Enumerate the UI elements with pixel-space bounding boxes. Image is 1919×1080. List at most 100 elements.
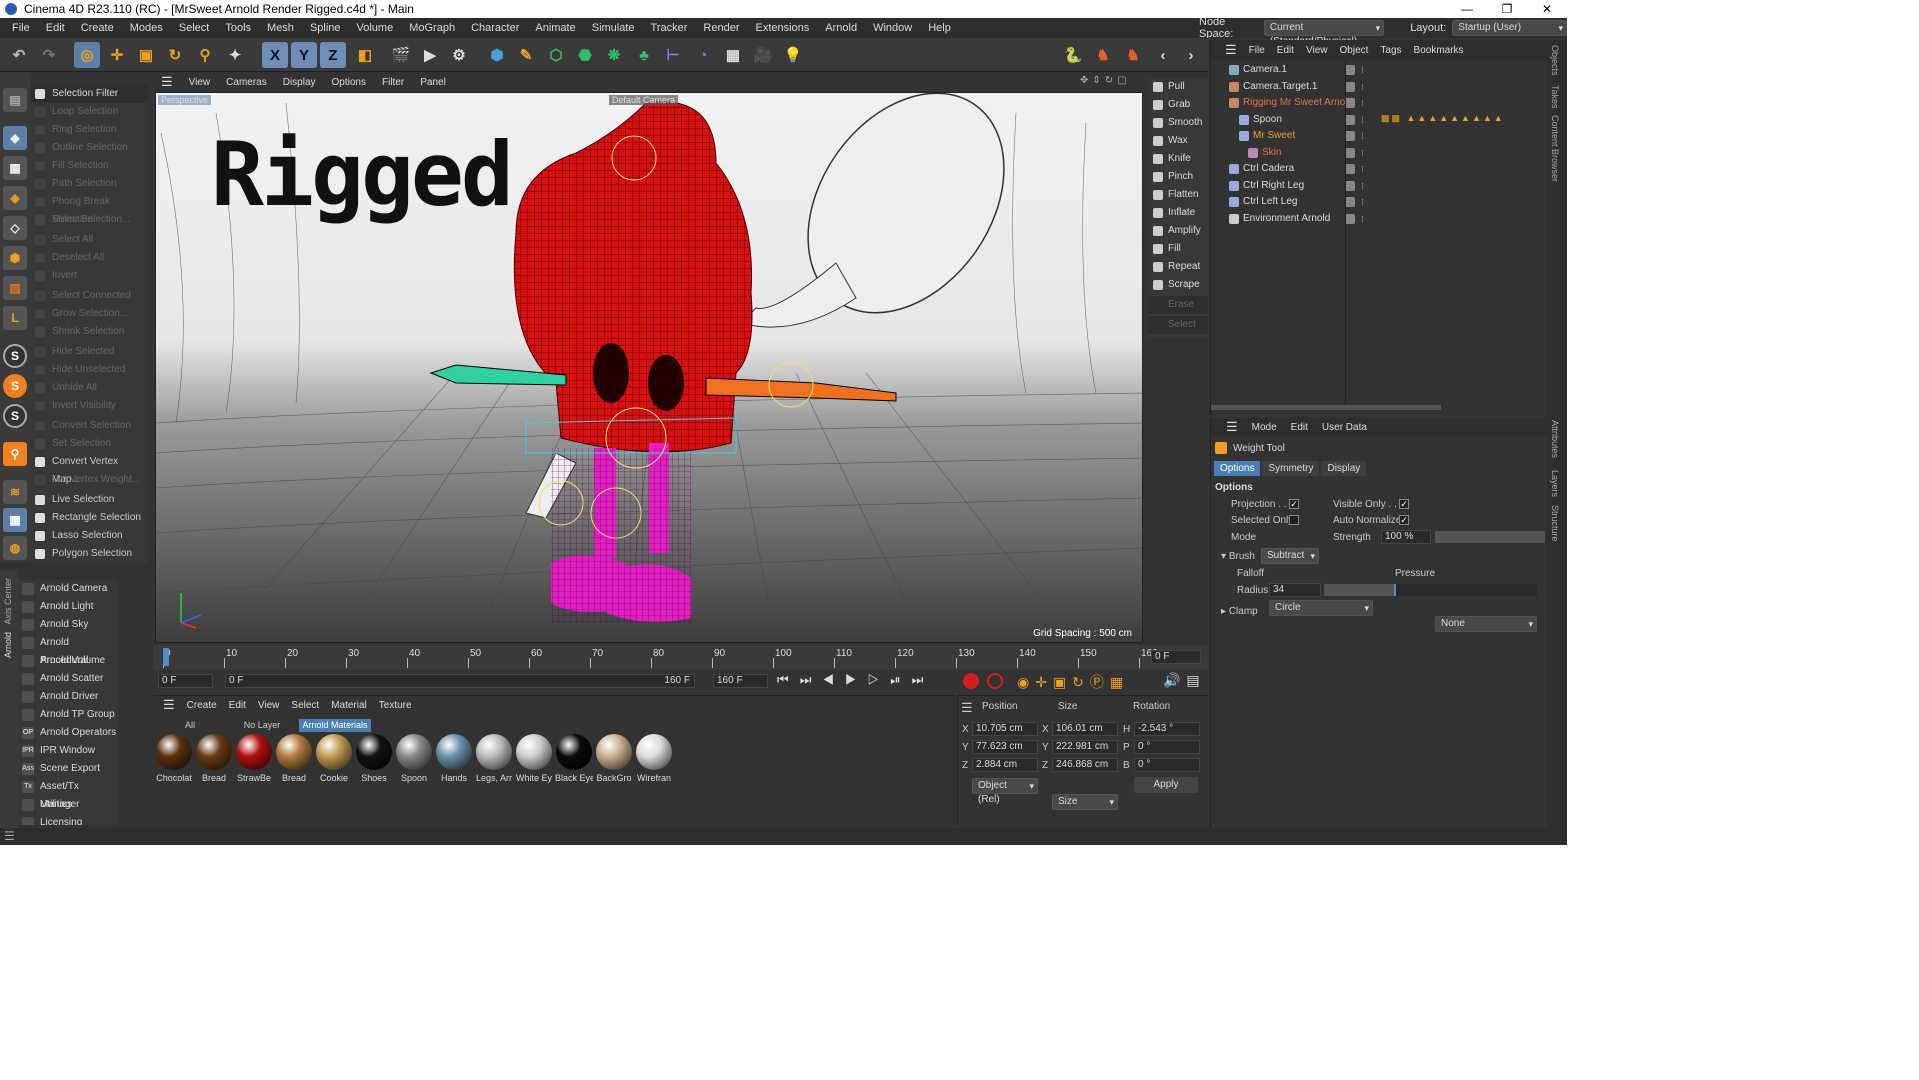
radius-field[interactable]: 34: [1269, 583, 1321, 597]
sculpt-wax[interactable]: Wax: [1148, 132, 1208, 150]
playhead[interactable]: [163, 648, 169, 666]
arnold-item-scene-export[interactable]: Ass Scene Export: [18, 760, 118, 778]
menu-extensions[interactable]: Extensions: [747, 22, 817, 34]
sculpt-inflate[interactable]: Inflate: [1148, 204, 1208, 222]
viewport-menu-display[interactable]: Display: [275, 77, 324, 88]
pressure-select[interactable]: None: [1435, 616, 1537, 632]
arrow-right-icon[interactable]: ›: [1178, 42, 1204, 68]
points-mode-icon[interactable]: ◈: [3, 186, 27, 210]
undo-icon[interactable]: ↶: [6, 42, 32, 68]
sculpt-repeat[interactable]: Repeat: [1148, 258, 1208, 276]
selection-item-live-selection[interactable]: Live Selection: [30, 491, 148, 509]
z-axis-lock-button[interactable]: Z: [320, 42, 346, 68]
material-menu-edit[interactable]: Edit: [223, 700, 252, 711]
viewport-menu-filter[interactable]: Filter: [374, 77, 412, 88]
side-tab-attributes[interactable]: Attributes: [1550, 420, 1560, 458]
menu-tracker[interactable]: Tracker: [643, 22, 696, 34]
strength-field[interactable]: 100 %: [1381, 530, 1431, 544]
render-picture-viewer-icon[interactable]: ▶: [417, 42, 443, 68]
render-settings-icon[interactable]: ⚙: [446, 42, 472, 68]
field-icon[interactable]: ◔: [690, 42, 716, 68]
visibility-toggle-icon[interactable]: [1345, 197, 1355, 207]
material-cookie[interactable]: Cookie: [315, 734, 353, 783]
arnold-item-arnold-volume[interactable]: Arnold Volume: [18, 652, 118, 670]
material-white-ey[interactable]: White Ey: [515, 734, 553, 783]
material-strawbe[interactable]: StrawBe: [235, 734, 273, 783]
material-menu-view[interactable]: View: [252, 700, 286, 711]
selection-item-rectangle-selection[interactable]: Rectangle Selection: [30, 509, 148, 527]
arnold-item-arnold-scatter[interactable]: Arnold Scatter: [18, 670, 118, 688]
viewport-menu-cameras[interactable]: Cameras: [218, 77, 275, 88]
clamp-section[interactable]: ▸ Clamp: [1221, 606, 1258, 617]
menu-spline[interactable]: Spline: [302, 22, 349, 34]
snap-icon[interactable]: S: [3, 344, 27, 368]
arnold-item-arnold-light[interactable]: Arnold Light: [18, 598, 118, 616]
object-menu-tags[interactable]: Tags: [1374, 45, 1407, 56]
current-frame-field[interactable]: 0 F: [1151, 650, 1201, 664]
mr-sweet-tags[interactable]: ▩▩ ▲▲▲▲▲▲▲▲▲: [1381, 113, 1546, 123]
selection-item-selection-filter[interactable]: Selection Filter: [30, 85, 148, 103]
size-mode-select[interactable]: Size: [1052, 794, 1118, 810]
arnold-item-ipr-window[interactable]: IPR IPR Window: [18, 742, 118, 760]
material-shoes[interactable]: Shoes: [355, 734, 393, 783]
material-wirefran[interactable]: Wirefran: [635, 734, 673, 783]
visibility-toggle-icon[interactable]: [1345, 65, 1355, 75]
visibility-toggle-icon[interactable]: [1345, 114, 1355, 125]
transport-buttons[interactable]: ⏮⏭◀▶▷⏯⏭: [777, 672, 934, 688]
object-scrollbar[interactable]: [1211, 405, 1441, 410]
make-editable-icon[interactable]: ▤: [3, 88, 27, 112]
timeline-extra-icons[interactable]: 🔊▤: [1163, 672, 1206, 689]
rotate-tool-icon[interactable]: ↻: [162, 42, 188, 68]
radius-slider[interactable]: [1324, 584, 1537, 596]
material-menu-select[interactable]: Select: [285, 700, 325, 711]
arnold-item-licensing[interactable]: Licensing: [18, 814, 118, 825]
visibility-toggle-icon[interactable]: [1345, 213, 1355, 224]
material-legs-arr[interactable]: Legs, Arr: [475, 734, 513, 783]
cloner-icon[interactable]: ❋: [601, 42, 627, 68]
rotation-p-field[interactable]: 0 °: [1134, 740, 1200, 754]
arnold-item-arnold-tp-group[interactable]: Arnold TP Group: [18, 706, 118, 724]
viewport-menu-view[interactable]: View: [181, 77, 219, 88]
keyframe-filter-icons[interactable]: ◉✛▣↻Ⓟ▦: [1017, 672, 1129, 692]
menu-modes[interactable]: Modes: [122, 22, 171, 34]
brush-section[interactable]: ▾ Brush: [1221, 551, 1255, 562]
auto-normalize-checkbox[interactable]: ✓: [1399, 515, 1409, 525]
material-tab-all[interactable]: All: [157, 719, 223, 732]
arnold-tab[interactable]: Arnold: [3, 632, 13, 658]
scale-tool-icon[interactable]: ▣: [133, 42, 159, 68]
arrow-left-icon[interactable]: ‹: [1150, 42, 1176, 68]
attr-menu-edit[interactable]: Edit: [1284, 422, 1315, 433]
viewport-camera-label[interactable]: Default Camera: [609, 95, 679, 105]
projection-checkbox[interactable]: ✓: [1289, 499, 1299, 509]
size-y-field[interactable]: 222.981 cm: [1052, 740, 1118, 754]
layer-dots-icon[interactable]: ⁝: [1361, 112, 1364, 128]
menu-edit[interactable]: Edit: [38, 22, 73, 34]
object-mode-select[interactable]: Object (Rel): [972, 778, 1038, 805]
menu-create[interactable]: Create: [73, 22, 122, 34]
weight-tool-icon[interactable]: ⚲: [192, 42, 218, 68]
snap-settings-icon[interactable]: S: [3, 374, 27, 398]
menu-select[interactable]: Select: [171, 22, 218, 34]
end-frame-field[interactable]: 160 F: [713, 674, 768, 688]
menu-animate[interactable]: Animate: [527, 22, 583, 34]
arnold-item-arnold-sky[interactable]: Arnold Sky: [18, 616, 118, 634]
material-chocolat[interactable]: Chocolat: [155, 734, 193, 783]
edges-mode-icon[interactable]: ◇: [3, 216, 27, 240]
visibility-toggle-icon[interactable]: [1345, 164, 1355, 174]
subdivision-surface-icon[interactable]: ⬡: [543, 42, 569, 68]
material-bread[interactable]: Bread: [195, 734, 233, 783]
object-menu-view[interactable]: View: [1300, 45, 1334, 56]
material-black-eye[interactable]: Black Eye: [555, 734, 593, 783]
axis-center-tab[interactable]: Axis Center: [3, 578, 13, 625]
object-row-mr-sweet[interactable]: Mr Sweet ⁝: [1211, 128, 1548, 144]
extrude-generator-icon[interactable]: ⬣: [572, 42, 598, 68]
quantize-icon[interactable]: S: [3, 404, 27, 428]
node-space-select[interactable]: Current (Standard/Physical): [1263, 20, 1385, 47]
python-icon[interactable]: 🐍: [1060, 42, 1086, 68]
layer-dots-icon[interactable]: ⁝: [1361, 128, 1364, 144]
menu-render[interactable]: Render: [695, 22, 747, 34]
layer-dots-icon[interactable]: ⁝: [1361, 161, 1364, 177]
object-menu-edit[interactable]: Edit: [1271, 45, 1300, 56]
render-view-icon[interactable]: 🎬: [388, 42, 414, 68]
coordinate-system-icon[interactable]: ◧: [352, 42, 378, 68]
